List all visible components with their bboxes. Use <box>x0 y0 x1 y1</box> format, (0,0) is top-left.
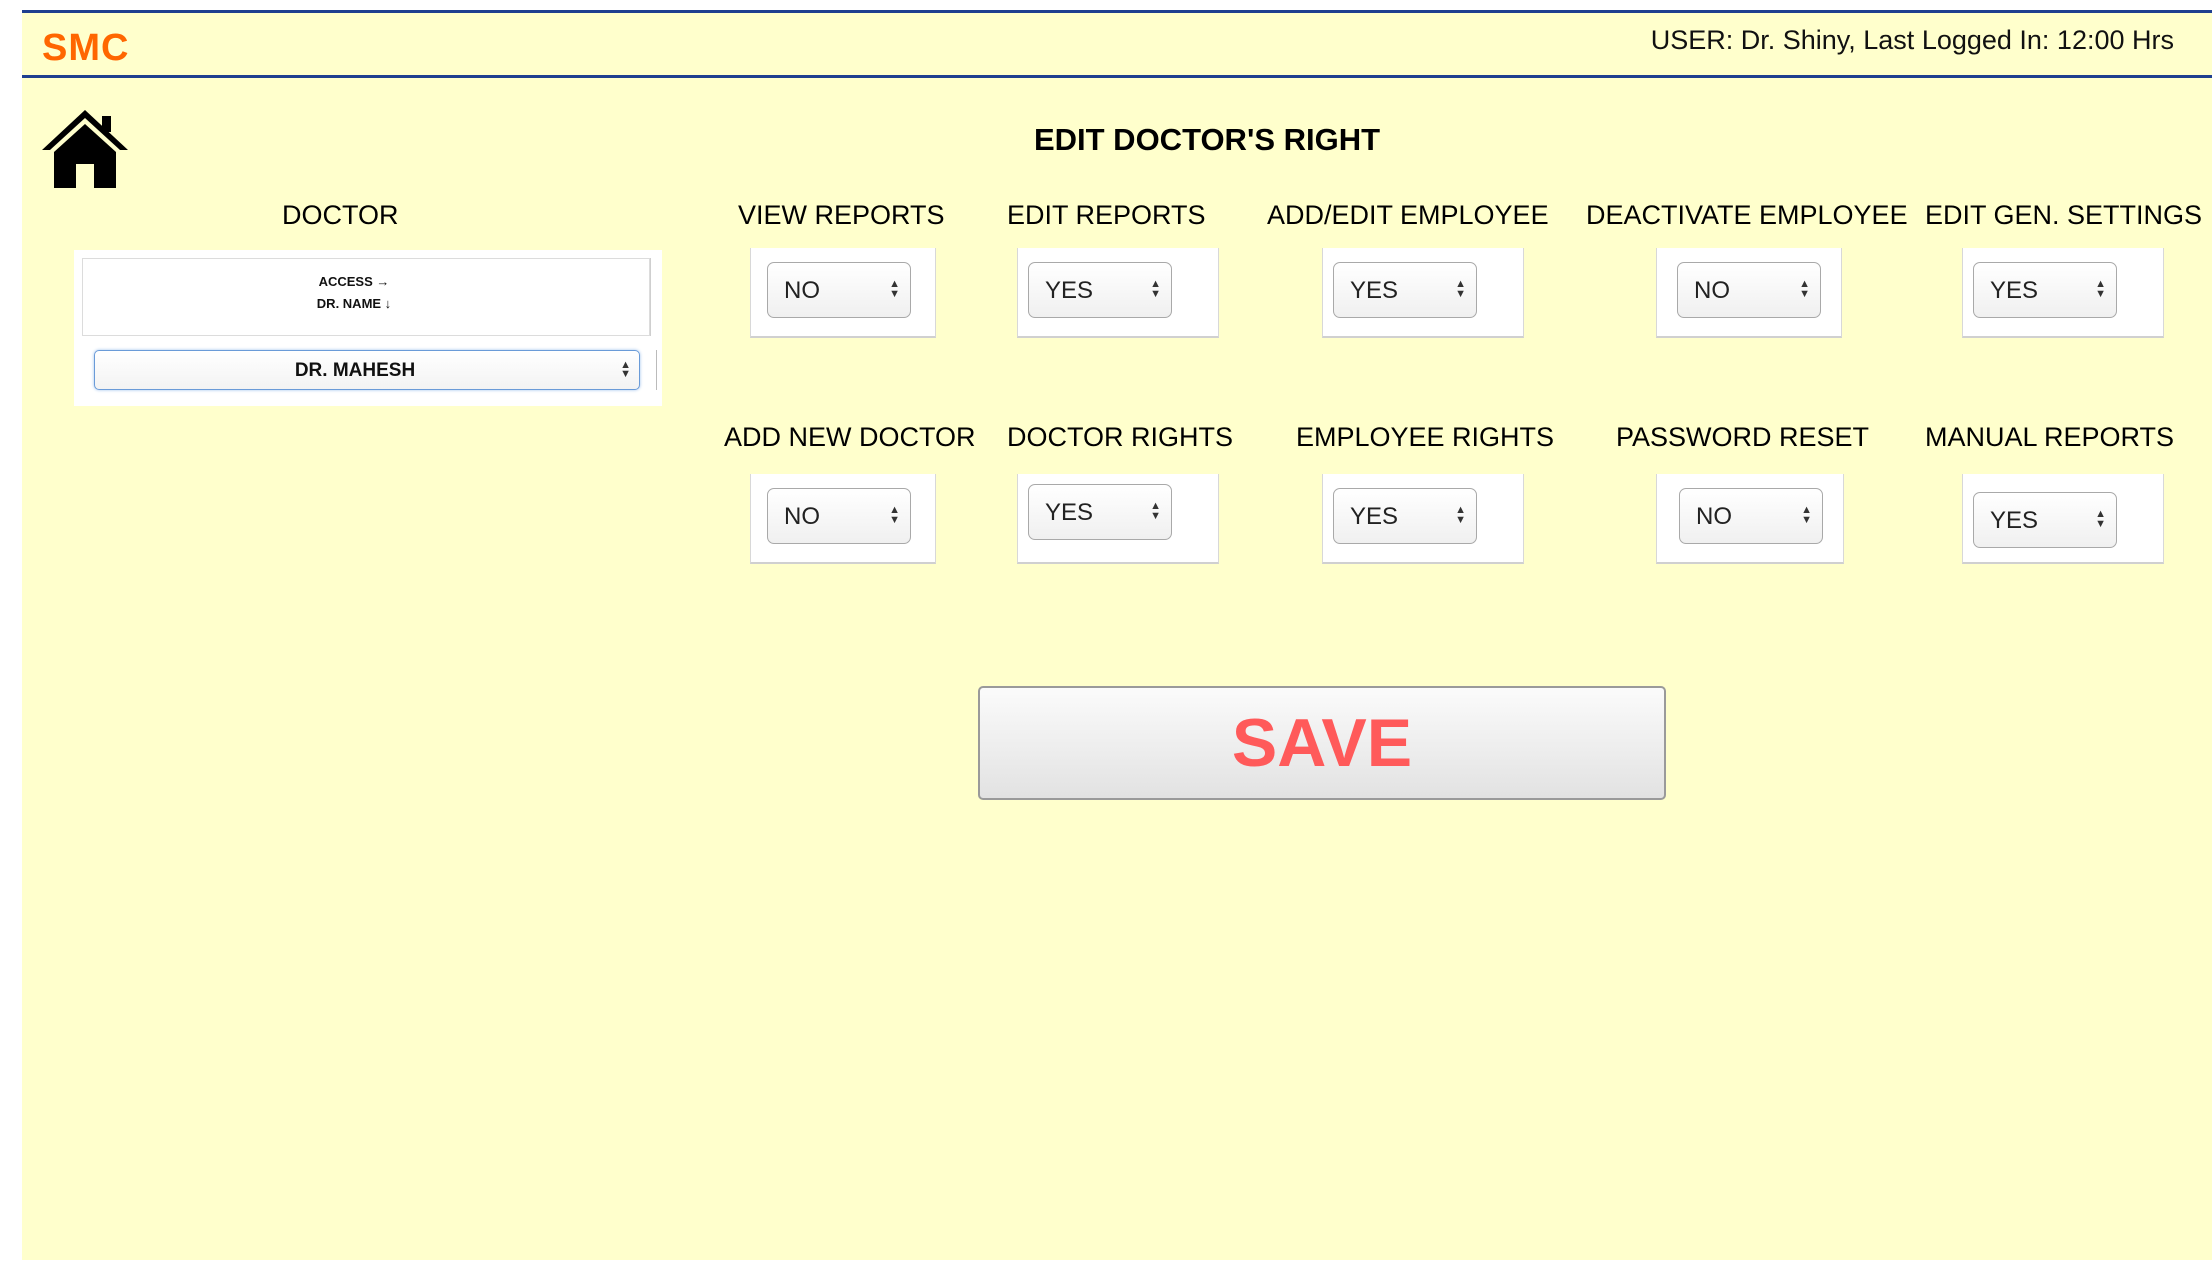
doctor-rights-select[interactable]: YES ▲ ▼ <box>1028 484 1172 540</box>
cell-view-reports: NO ▲ ▼ <box>750 248 936 338</box>
select-value: YES <box>1350 277 1399 304</box>
cell-password-reset: NO ▲ ▼ <box>1656 474 1844 564</box>
label-password-reset: PASSWORD RESET <box>1616 422 1870 452</box>
label-edit-gen-settings: EDIT GEN. SETTINGS <box>1925 200 2203 230</box>
select-value: YES <box>1990 277 2039 304</box>
select-value: YES <box>1045 499 1094 526</box>
select-arrows-icon: ▲ ▼ <box>1150 278 1161 300</box>
select-arrows-icon: ▲ ▼ <box>2095 508 2106 530</box>
save-button-label: SAVE <box>1231 705 1413 781</box>
edit-gen-settings-select[interactable]: YES ▲ ▼ <box>1973 262 2117 318</box>
label-manual-reports: MANUAL REPORTS <box>1925 422 2175 452</box>
table-divider <box>650 258 651 336</box>
page-title-text: EDIT DOCTOR'S RIGHT <box>1033 122 1381 157</box>
doctor-name-header: DR. NAME ↓ <box>316 296 392 311</box>
select-value: YES <box>1350 503 1399 530</box>
cell-employee-rights: YES ▲ ▼ <box>1322 474 1524 564</box>
add-new-doctor-select[interactable]: NO ▲ ▼ <box>767 488 911 544</box>
home-icon[interactable] <box>40 104 130 190</box>
select-arrows-icon: ▲ ▼ <box>1150 500 1161 522</box>
select-value: YES <box>1990 507 2039 534</box>
select-arrows-icon: ▲ ▼ <box>1455 504 1466 526</box>
select-arrows-icon: ▲ ▼ <box>1455 278 1466 300</box>
cell-edit-reports: YES ▲ ▼ <box>1017 248 1219 338</box>
password-reset-select[interactable]: NO ▲ ▼ <box>1679 488 1823 544</box>
table-divider <box>656 350 657 390</box>
select-value: NO <box>1696 503 1732 530</box>
doctor-column-label: DOCTOR <box>282 200 399 230</box>
select-arrows-icon: ▲ ▼ <box>620 359 631 380</box>
select-value: NO <box>784 277 820 304</box>
header-bar: SMC USER: Dr. Shiny, Last Logged In: 12:… <box>22 10 2212 78</box>
label-employee-rights: EMPLOYEE RIGHTS <box>1296 422 1555 452</box>
label-add-edit-employee: ADD/EDIT EMPLOYEE <box>1267 200 1549 230</box>
edit-reports-select[interactable]: YES ▲ ▼ <box>1028 262 1172 318</box>
select-value: NO <box>784 503 820 530</box>
select-arrows-icon: ▲ ▼ <box>1801 504 1812 526</box>
access-header: ACCESS → <box>318 274 390 289</box>
save-button[interactable]: SAVE <box>978 686 1666 800</box>
view-reports-select[interactable]: NO ▲ ▼ <box>767 262 911 318</box>
doctor-select[interactable]: DR. MAHESH ▲ ▼ <box>94 350 640 390</box>
add-edit-employee-select[interactable]: YES ▲ ▼ <box>1333 262 1477 318</box>
manual-reports-select[interactable]: YES ▲ ▼ <box>1973 492 2117 548</box>
select-arrows-icon: ▲ ▼ <box>2095 278 2106 300</box>
label-add-new-doctor: ADD NEW DOCTOR <box>724 422 976 452</box>
user-info: USER: Dr. Shiny, Last Logged In: 12:00 H… <box>1650 25 2174 55</box>
deactivate-employee-select[interactable]: NO ▲ ▼ <box>1677 262 1821 318</box>
cell-add-new-doctor: NO ▲ ▼ <box>750 474 936 564</box>
label-edit-reports: EDIT REPORTS <box>1007 200 1206 230</box>
cell-deactivate-employee: NO ▲ ▼ <box>1656 248 1842 338</box>
label-deactivate-employee: DEACTIVATE EMPLOYEE <box>1586 200 1908 230</box>
label-view-reports: VIEW REPORTS <box>738 200 945 230</box>
doctor-select-value: DR. MAHESH <box>294 360 416 381</box>
page-title: EDIT DOCTOR'S RIGHT <box>22 122 2212 158</box>
app-logo: SMC <box>42 27 130 69</box>
cell-doctor-rights: YES ▲ ▼ <box>1017 474 1219 564</box>
select-arrows-icon: ▲ ▼ <box>1799 278 1810 300</box>
label-doctor-rights: DOCTOR RIGHTS <box>1007 422 1234 452</box>
doctor-table: ACCESS → DR. NAME ↓ DR. MAHESH ▲ ▼ <box>74 250 662 406</box>
select-value: YES <box>1045 277 1094 304</box>
employee-rights-select[interactable]: YES ▲ ▼ <box>1333 488 1477 544</box>
cell-add-edit-employee: YES ▲ ▼ <box>1322 248 1524 338</box>
select-arrows-icon: ▲ ▼ <box>889 504 900 526</box>
select-arrows-icon: ▲ ▼ <box>889 278 900 300</box>
select-value: NO <box>1694 277 1730 304</box>
page: SMC USER: Dr. Shiny, Last Logged In: 12:… <box>22 10 2212 1260</box>
cell-manual-reports: YES ▲ ▼ <box>1962 474 2164 564</box>
cell-edit-gen-settings: YES ▲ ▼ <box>1962 248 2164 338</box>
